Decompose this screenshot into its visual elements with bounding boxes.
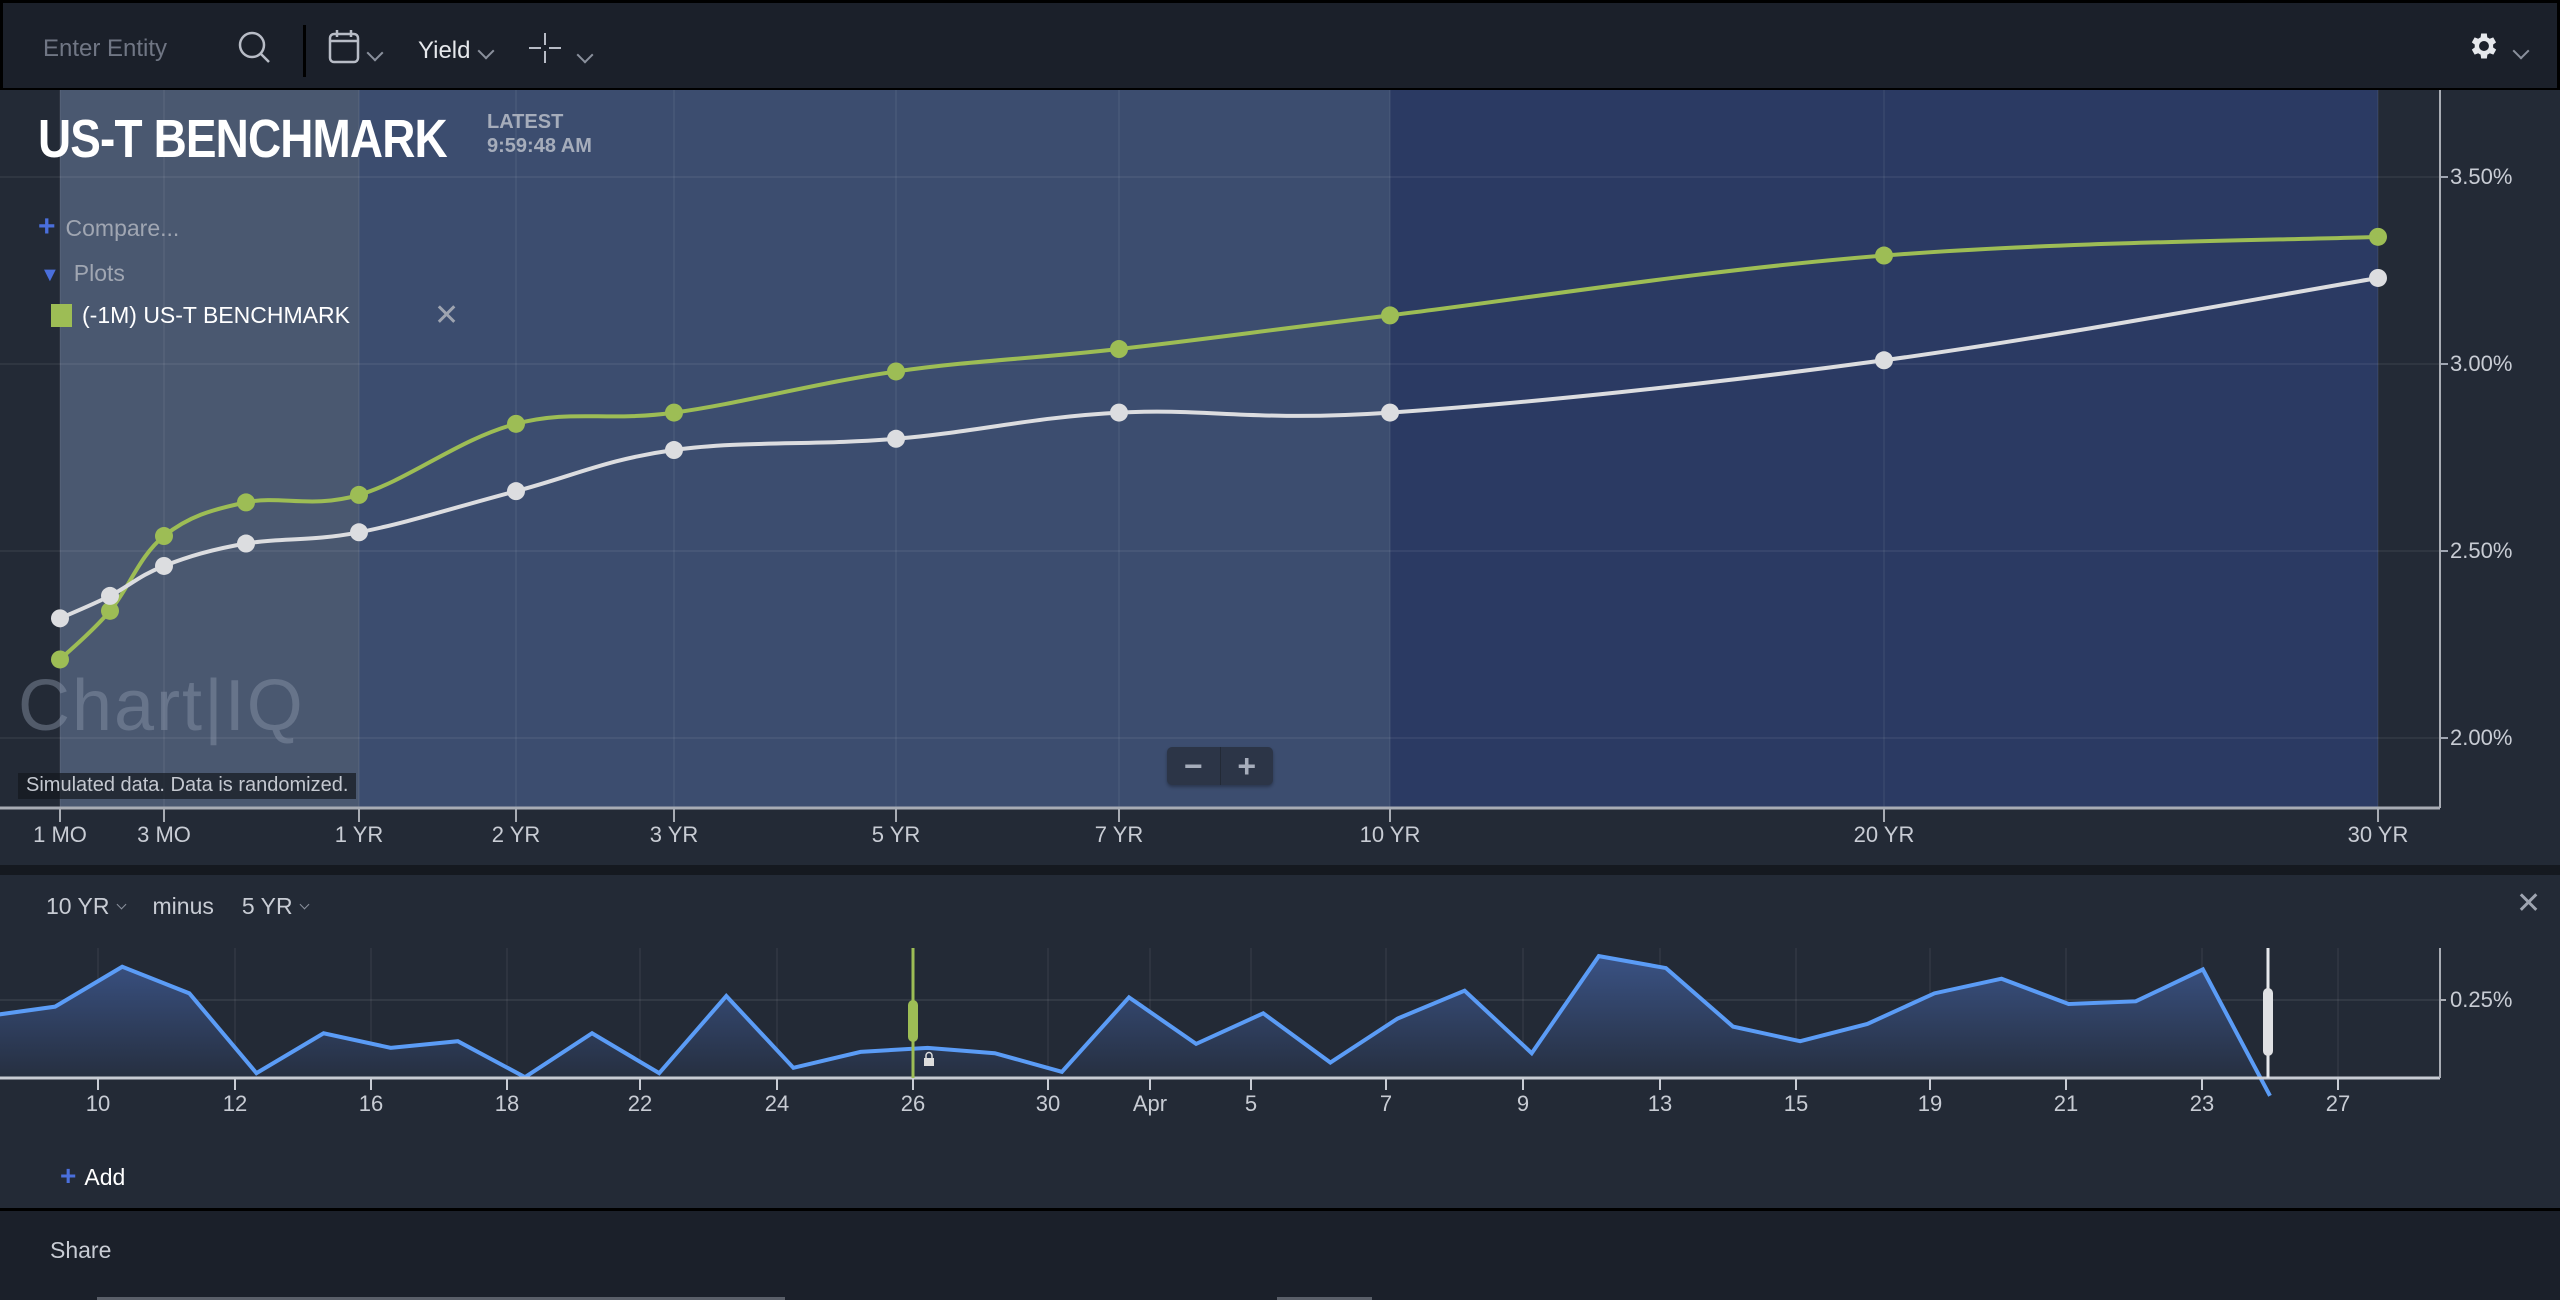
- study-x-tick-label: 21: [2053, 1091, 2079, 1116]
- x-tick-label: 3 YR: [649, 822, 699, 847]
- current-yield-point: [1875, 351, 1893, 370]
- latest-label: LATEST: [487, 111, 564, 133]
- study-x-tick-label: 27: [2325, 1091, 2351, 1116]
- zoom-in-button[interactable]: +: [1221, 747, 1274, 785]
- study-x-tick-label: 9: [1516, 1091, 1530, 1116]
- study-operator: minus: [152, 893, 214, 919]
- current-yield-point: [51, 609, 69, 628]
- add-study-button[interactable]: + Add: [60, 1160, 125, 1192]
- chevron-down-icon: [299, 899, 310, 910]
- share-button[interactable]: Share: [50, 1237, 111, 1264]
- plus-icon: +: [38, 210, 56, 243]
- panel-separator[interactable]: [0, 865, 2560, 875]
- study-x-tick-label: 10: [85, 1091, 111, 1116]
- current-yield-point: [101, 586, 119, 605]
- study-x-tick-label: 18: [494, 1091, 520, 1116]
- latest-time: 9:59:48 AM: [487, 135, 592, 157]
- legend-item[interactable]: (-1M) US-T BENCHMARK: [51, 302, 350, 329]
- x-tick-label: 3 MO: [137, 822, 191, 847]
- current-yield-point: [237, 534, 255, 553]
- current-yield-point: [887, 429, 905, 448]
- x-tick-label: 10 YR: [1359, 822, 1421, 847]
- study-x-tick-label: 5: [1244, 1091, 1258, 1116]
- y-tick-label: 3.00%: [2450, 351, 2513, 376]
- legend-swatch: [51, 304, 72, 327]
- study-right-value: 5 YR: [241, 893, 293, 919]
- previous-yield-point: [237, 493, 255, 512]
- latest-timestamp: LATEST 9:59:48 AM: [487, 110, 592, 158]
- x-tick-label: 1 YR: [334, 822, 384, 847]
- study-left-select[interactable]: 10 YR: [46, 893, 126, 920]
- previous-yield-point: [155, 527, 173, 546]
- current-yield-point: [155, 556, 173, 575]
- study-x-tick-label: 24: [764, 1091, 790, 1116]
- legend-label: (-1M) US-T BENCHMARK: [82, 302, 350, 328]
- range-band-mid: [359, 90, 1390, 808]
- zoom-out-button[interactable]: −: [1167, 747, 1221, 785]
- triangle-down-icon: ▼: [40, 264, 60, 286]
- study-x-tick-label: 12: [222, 1091, 248, 1116]
- close-study-icon[interactable]: ✕: [2516, 886, 2541, 921]
- study-y-tick-label: 0.25%: [2450, 987, 2513, 1012]
- current-yield-point: [2369, 268, 2387, 287]
- previous-yield-point: [665, 403, 683, 422]
- chart-title: US-T BENCHMARK: [38, 109, 448, 169]
- study-x-tick-label: 26: [900, 1091, 926, 1116]
- y-tick-label: 2.50%: [2450, 538, 2513, 563]
- current-yield-point: [665, 441, 683, 460]
- previous-yield-point: [1381, 306, 1399, 325]
- y-tick-label: 3.50%: [2450, 164, 2513, 189]
- study-x-tick-label: 19: [1917, 1091, 1943, 1116]
- previous-yield-point: [2369, 227, 2387, 246]
- previous-yield-point: [887, 362, 905, 381]
- add-label: Add: [84, 1164, 126, 1190]
- current-yield-point: [507, 482, 525, 501]
- study-header: 10 YR minus 5 YR: [46, 893, 310, 920]
- x-tick-label: 30 YR: [2347, 822, 2409, 847]
- study-x-tick-label: 30: [1035, 1091, 1061, 1116]
- study-x-tick-label: 13: [1647, 1091, 1673, 1116]
- study-x-tick-label: Apr: [1132, 1091, 1168, 1116]
- study-right-select[interactable]: 5 YR: [241, 893, 310, 920]
- chartiq-watermark: Chart|IQ: [18, 666, 305, 746]
- plots-label: Plots: [73, 260, 125, 286]
- zoom-controls: − +: [1167, 747, 1273, 785]
- x-tick-label: 20 YR: [1853, 822, 1915, 847]
- x-tick-label: 2 YR: [491, 822, 541, 847]
- study-x-tick-label: 16: [358, 1091, 384, 1116]
- current-yield-point: [1110, 403, 1128, 422]
- study-panel: [0, 875, 2560, 1208]
- previous-yield-point: [1875, 246, 1893, 265]
- compare-button[interactable]: + Compare...: [38, 210, 179, 244]
- x-tick-label: 7 YR: [1094, 822, 1144, 847]
- current-yield-point: [1381, 403, 1399, 422]
- y-tick-label: 2.00%: [2450, 725, 2513, 750]
- previous-yield-point: [350, 485, 368, 504]
- plots-toggle[interactable]: ▼ Plots: [40, 260, 125, 287]
- current-yield-point: [350, 523, 368, 542]
- study-x-tick-label: 23: [2189, 1091, 2215, 1116]
- study-x-tick-label: 22: [627, 1091, 653, 1116]
- compare-label: Compare...: [65, 215, 180, 241]
- footer: [0, 1208, 2560, 1300]
- previous-yield-point: [1110, 340, 1128, 359]
- x-tick-label: 5 YR: [871, 822, 921, 847]
- study-left-value: 10 YR: [46, 893, 110, 919]
- study-x-tick-label: 7: [1379, 1091, 1393, 1116]
- x-tick-label: 1 MO: [33, 822, 87, 847]
- chevron-down-icon: [116, 899, 126, 910]
- plus-icon: +: [60, 1160, 77, 1191]
- previous-yield-point: [507, 414, 525, 433]
- study-x-tick-label: 15: [1783, 1091, 1809, 1116]
- close-icon[interactable]: ✕: [434, 298, 459, 333]
- simulated-data-note: Simulated data. Data is randomized.: [18, 773, 357, 799]
